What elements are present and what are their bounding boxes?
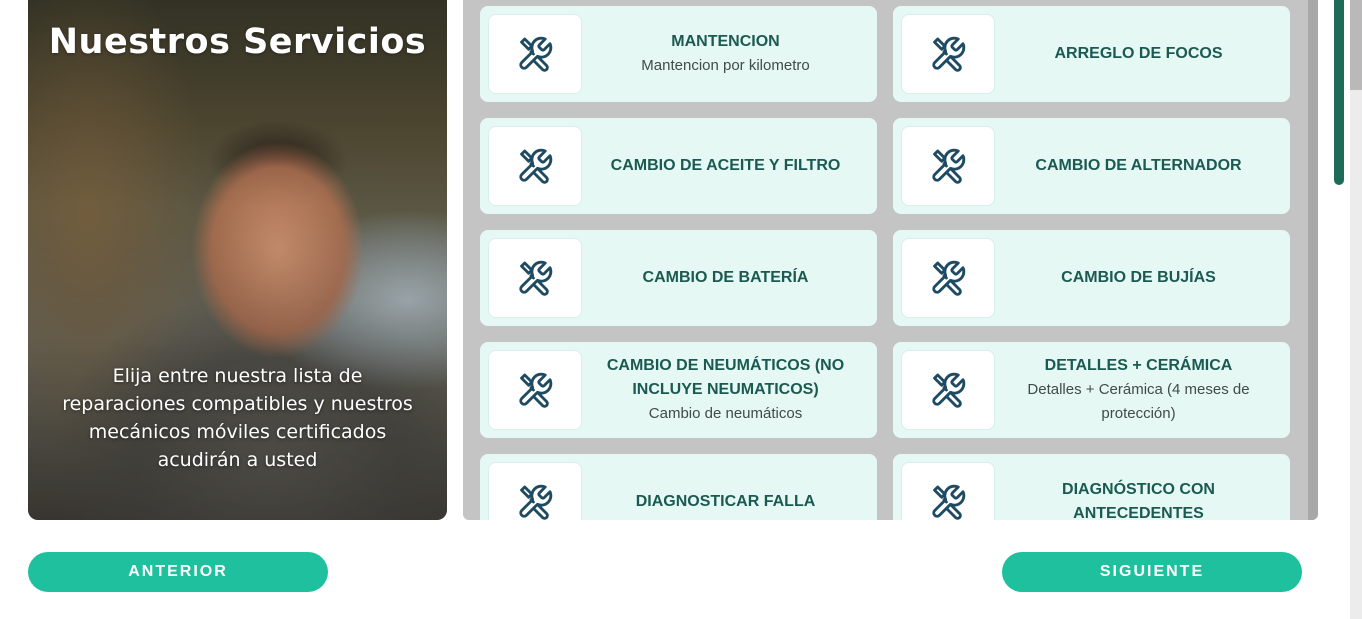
service-text: DETALLES + CERÁMICA Detalles + Cerámica (…	[995, 354, 1282, 426]
page-scrollbar-thumb[interactable]	[1350, 0, 1362, 90]
wrench-screwdriver-icon	[929, 483, 967, 520]
service-title: DIAGNOSTICAR FALLA	[635, 493, 816, 510]
service-card[interactable]: CAMBIO DE BATERÍA	[480, 230, 877, 326]
service-title: CAMBIO DE ALTERNADOR	[1035, 157, 1242, 174]
service-title: ARREGLO DE FOCOS	[1054, 45, 1223, 62]
service-text: MANTENCION Mantencion por kilometro	[582, 30, 869, 78]
service-card[interactable]: CAMBIO DE ACEITE Y FILTRO	[480, 118, 877, 214]
service-icon-box	[488, 126, 582, 206]
service-icon-box	[488, 462, 582, 520]
wrench-screwdriver-icon	[929, 259, 967, 297]
services-scrollbar-thumb[interactable]	[1334, 0, 1344, 185]
service-text: ARREGLO DE FOCOS	[995, 42, 1282, 66]
service-card[interactable]: ARREGLO DE FOCOS	[893, 6, 1290, 102]
service-card[interactable]: CAMBIO DE NEUMÁTICOS (NO INCLUYE NEUMATI…	[480, 342, 877, 438]
wrench-screwdriver-icon	[929, 371, 967, 409]
wrench-screwdriver-icon	[516, 259, 554, 297]
service-text: CAMBIO DE ALTERNADOR	[995, 154, 1282, 178]
service-title: CAMBIO DE ACEITE Y FILTRO	[610, 157, 841, 174]
page-scrollbar[interactable]	[1350, 0, 1362, 619]
service-icon-box	[488, 14, 582, 94]
service-icon-box	[488, 238, 582, 318]
service-icon-box	[901, 126, 995, 206]
wrench-screwdriver-icon	[516, 35, 554, 73]
hero-panel: Nuestros Servicios Elija entre nuestra l…	[28, 0, 447, 520]
wrench-screwdriver-icon	[929, 147, 967, 185]
service-icon-box	[901, 462, 995, 520]
service-title: DIAGNÓSTICO CON ANTECEDENTES	[1062, 481, 1215, 520]
service-subtitle: Mantencion por kilometro	[641, 57, 810, 74]
service-title: CAMBIO DE BATERÍA	[642, 269, 809, 286]
service-title: MANTENCION	[671, 33, 780, 50]
service-card[interactable]: MANTENCION Mantencion por kilometro	[480, 6, 877, 102]
service-card[interactable]: CAMBIO DE ALTERNADOR	[893, 118, 1290, 214]
service-text: DIAGNÓSTICO CON ANTECEDENTES	[995, 478, 1282, 520]
services-scrollbar[interactable]	[1308, 0, 1318, 520]
service-subtitle: Cambio de neumáticos	[648, 405, 803, 422]
service-text: CAMBIO DE BUJÍAS	[995, 266, 1282, 290]
wrench-screwdriver-icon	[516, 483, 554, 520]
service-title: CAMBIO DE BUJÍAS	[1061, 269, 1216, 286]
hero-description: Elija entre nuestra lista de reparacione…	[62, 365, 413, 471]
service-icon-box	[901, 14, 995, 94]
service-text: CAMBIO DE ACEITE Y FILTRO	[582, 154, 869, 178]
service-text: DIAGNOSTICAR FALLA	[582, 490, 869, 514]
wrench-screwdriver-icon	[929, 35, 967, 73]
service-card[interactable]: DIAGNOSTICAR FALLA	[480, 454, 877, 520]
service-card[interactable]: CAMBIO DE BUJÍAS	[893, 230, 1290, 326]
services-list[interactable]: MANTENCION Mantencion por kilometro ARREGL…	[463, 0, 1318, 520]
service-subtitle: Detalles + Cerámica (4 meses de protecci…	[1027, 381, 1250, 422]
service-icon-box	[901, 350, 995, 430]
service-card[interactable]: DETALLES + CERÁMICA Detalles + Cerámica (…	[893, 342, 1290, 438]
service-card[interactable]: DIAGNÓSTICO CON ANTECEDENTES	[893, 454, 1290, 520]
wrench-screwdriver-icon	[516, 147, 554, 185]
previous-button[interactable]: ANTERIOR	[28, 552, 328, 592]
service-icon-box	[901, 238, 995, 318]
service-title: DETALLES + CERÁMICA	[1044, 357, 1233, 374]
next-button[interactable]: SIGUIENTE	[1002, 552, 1302, 592]
service-title: CAMBIO DE NEUMÁTICOS (NO INCLUYE NEUMATI…	[606, 357, 845, 398]
service-icon-box	[488, 350, 582, 430]
service-text: CAMBIO DE BATERÍA	[582, 266, 869, 290]
services-grid: MANTENCION Mantencion por kilometro ARREGL…	[480, 6, 1290, 520]
service-text: CAMBIO DE NEUMÁTICOS (NO INCLUYE NEUMATI…	[582, 354, 869, 426]
wrench-screwdriver-icon	[516, 371, 554, 409]
hero-title: Nuestros Servicios	[48, 22, 427, 62]
